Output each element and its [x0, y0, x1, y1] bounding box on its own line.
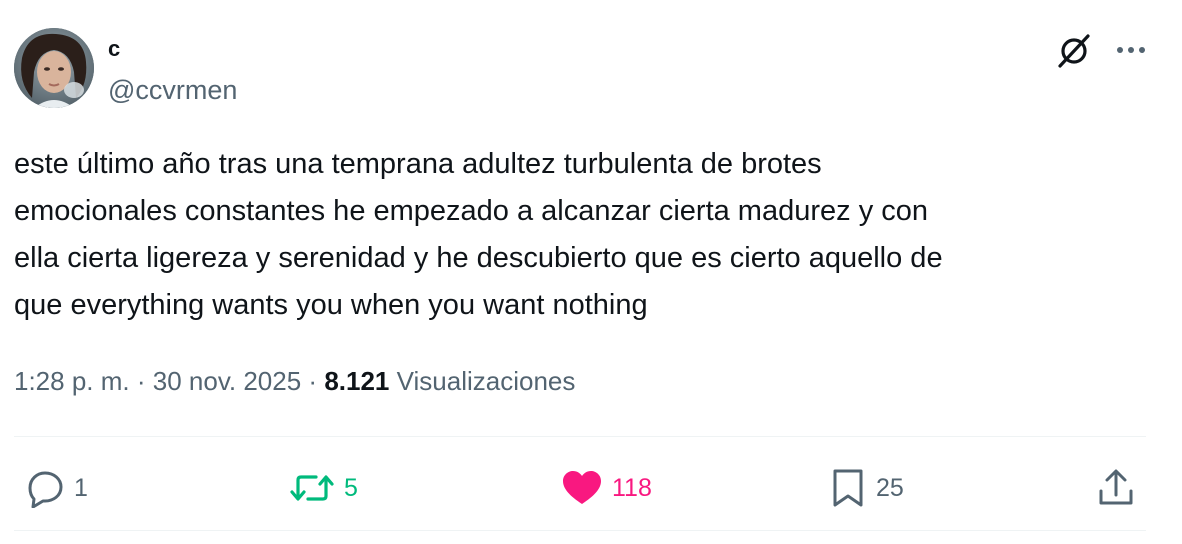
username-handle[interactable]: @ccvrmen: [108, 75, 237, 105]
avatar[interactable]: [14, 28, 94, 108]
top-actions: [1054, 30, 1146, 70]
repost-count: 5: [344, 474, 358, 502]
meta-separator: ·: [308, 366, 318, 396]
views-count: 8.121: [324, 366, 390, 396]
tweet-meta: 1:28 p. m. · 30 nov. 2025 · 8.121 Visual…: [14, 363, 575, 399]
tweet-text: este último año tras una temprana adulte…: [14, 148, 943, 321]
meta-separator: ·: [136, 366, 146, 396]
slash-circle-icon[interactable]: [1054, 30, 1094, 70]
display-name[interactable]: c: [108, 36, 120, 62]
share-icon: [1099, 469, 1133, 505]
reply-button[interactable]: 1: [22, 460, 88, 516]
bookmark-button[interactable]: 25: [828, 460, 904, 516]
bookmark-count: 25: [876, 474, 904, 502]
repost-icon: [290, 475, 334, 501]
bookmark-icon: [833, 469, 863, 507]
divider: [14, 530, 1146, 531]
views-label: Visualizaciones: [396, 366, 576, 396]
heart-icon: [563, 471, 601, 504]
divider: [14, 436, 1146, 437]
avatar-image: [14, 28, 94, 108]
share-button[interactable]: [1094, 460, 1138, 516]
repost-button[interactable]: 5: [288, 460, 358, 516]
reply-icon: [28, 471, 63, 508]
like-button[interactable]: 118: [560, 460, 652, 516]
like-count: 118: [612, 474, 652, 502]
more-icon[interactable]: [1116, 45, 1146, 55]
reply-count: 1: [74, 474, 88, 502]
tweet-time[interactable]: 1:28 p. m.: [14, 366, 130, 396]
action-bar: 1 5 118 25: [0, 460, 1182, 516]
tweet-date[interactable]: 30 nov. 2025: [153, 366, 301, 396]
tweet: c @ccvrmen este último año tras una temp…: [0, 0, 1182, 544]
